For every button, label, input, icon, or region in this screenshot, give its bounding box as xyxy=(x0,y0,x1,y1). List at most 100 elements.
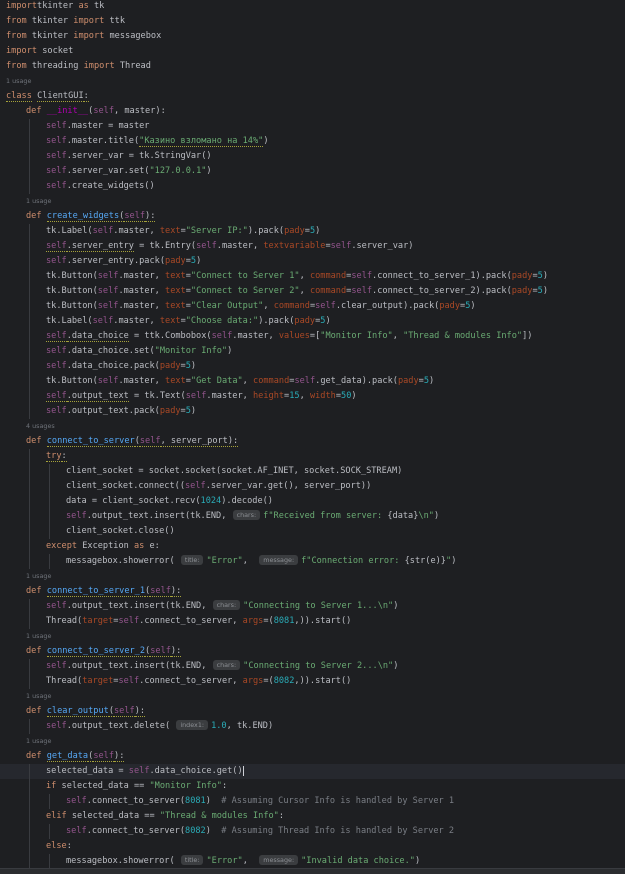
usage-count[interactable]: 1 usage xyxy=(26,197,51,205)
code-line[interactable]: self.data_choice.set("Monitor Info") xyxy=(0,344,625,359)
code-line[interactable]: import socket xyxy=(0,44,625,59)
code-line[interactable]: self.connect_to_server(8081) # Assuming … xyxy=(0,794,625,809)
code-line[interactable]: def connect_to_server_1(self): xyxy=(0,584,625,599)
code-token: .server_entry xyxy=(66,241,134,252)
code-token: messagebox xyxy=(104,31,162,41)
code-line[interactable]: tk.Button(self.master, text="Connect to … xyxy=(0,284,625,299)
code-token: if xyxy=(46,781,57,791)
code-line[interactable]: def __init__(self, master): xyxy=(0,104,625,119)
code-line[interactable]: tk.Button(self.master, text="Clear Outpu… xyxy=(0,299,625,314)
code-line[interactable]: self.data_choice = ttk.Combobox(self.mas… xyxy=(0,329,625,344)
code-line[interactable]: self.output_text.insert(tk.END, chars: "C… xyxy=(0,599,625,614)
code-line[interactable]: selected_data = self.data_choice.get() xyxy=(0,764,625,779)
code-line[interactable]: importtkinter as tk xyxy=(0,0,625,14)
code-token: 15 xyxy=(289,391,300,401)
code-line[interactable]: self.output_text.delete( index1: 1.0, tk.… xyxy=(0,719,625,734)
code-token: "Server IP:" xyxy=(185,226,248,236)
indent-guide xyxy=(49,794,50,809)
code-token: self xyxy=(196,241,217,251)
code-token: def xyxy=(26,211,42,221)
code-line[interactable]: data = client_socket.recv(1024).decode() xyxy=(0,494,625,509)
usage-hint[interactable]: 1 usage xyxy=(0,569,625,584)
code-line[interactable]: self.server_var.set("127.0.0.1") xyxy=(0,164,625,179)
code-token: self xyxy=(66,796,87,806)
code-token: ttk xyxy=(104,16,126,26)
code-line[interactable]: messagebox.showerror( title: "Error", mes… xyxy=(0,554,625,569)
code-token: self xyxy=(93,751,115,762)
code-line[interactable]: Thread(target=self.connect_to_server, ar… xyxy=(0,674,625,689)
code-token: args xyxy=(242,676,264,686)
code-token: .master, xyxy=(118,301,166,311)
code-line[interactable]: from threading import Thread xyxy=(0,59,625,74)
code-token: self xyxy=(46,661,67,671)
code-line[interactable]: from tkinter import ttk xyxy=(0,14,625,29)
code-token: else xyxy=(46,841,67,851)
code-line[interactable]: self.output_text.insert(tk.END, chars: "C… xyxy=(0,659,625,674)
usage-count[interactable]: 1 usage xyxy=(26,737,51,745)
code-token: .connect_to_server( xyxy=(86,796,186,806)
code-token: self xyxy=(66,826,87,836)
code-line[interactable]: messagebox.showerror( title: "Error", mes… xyxy=(0,854,625,869)
code-line[interactable]: self.master.title("Казино взломано на 14… xyxy=(0,134,625,149)
code-token: 8081 xyxy=(273,616,295,626)
code-token: Thread xyxy=(114,61,151,71)
code-line[interactable]: class ClientGUI: xyxy=(0,89,625,104)
code-line[interactable]: self.connect_to_server(8082) # Assuming … xyxy=(0,824,625,839)
usage-count[interactable]: 1 usage xyxy=(26,692,51,700)
code-line[interactable]: self.master = master xyxy=(0,119,625,134)
code-line[interactable]: def create_widgets(self): xyxy=(0,209,625,224)
code-token: Exception xyxy=(77,541,134,551)
code-line[interactable]: self.create_widgets() xyxy=(0,179,625,194)
usage-count[interactable]: 1 usage xyxy=(26,632,51,640)
usage-count[interactable]: 4 usages xyxy=(26,422,55,430)
code-token: = tk.Text( xyxy=(128,391,186,401)
code-line[interactable]: if selected_data == "Monitor Info": xyxy=(0,779,625,794)
code-line[interactable]: def connect_to_server(self, server_port)… xyxy=(0,434,625,449)
usage-hint[interactable]: 1 usage xyxy=(0,74,625,89)
usage-hint[interactable]: 1 usage xyxy=(0,194,625,209)
indent-guide xyxy=(29,509,30,524)
usage-count[interactable]: 1 usage xyxy=(6,77,31,85)
code-line[interactable]: client_socket = socket.socket(socket.AF_… xyxy=(0,464,625,479)
code-line[interactable]: from tkinter import messagebox xyxy=(0,29,625,44)
code-line[interactable]: self.server_entry.pack(pady=5) xyxy=(0,254,625,269)
code-line[interactable]: self.output_text.insert(tk.END, chars: f"… xyxy=(0,509,625,524)
code-token: f"Connection error: xyxy=(301,556,405,566)
code-line[interactable]: try: xyxy=(0,449,625,464)
code-editor[interactable]: importtkinter as tk from tkinter import t… xyxy=(0,0,625,873)
usage-hint[interactable]: 4 usages xyxy=(0,419,625,434)
usage-hint[interactable]: 1 usage xyxy=(0,629,625,644)
code-line[interactable]: self.server_var = tk.StringVar() xyxy=(0,149,625,164)
code-token: .output_text.insert(tk.END, xyxy=(86,511,232,521)
code-token: def xyxy=(26,646,42,656)
code-line[interactable]: self.server_entry = tk.Entry(self.master… xyxy=(0,239,625,254)
code-line[interactable]: def connect_to_server_2(self): xyxy=(0,644,625,659)
code-line[interactable]: elif selected_data == "Thread & modules … xyxy=(0,809,625,824)
code-line[interactable]: client_socket.close() xyxy=(0,524,625,539)
code-line[interactable]: tk.Label(self.master, text="Server IP:")… xyxy=(0,224,625,239)
code-line[interactable]: Thread(target=self.connect_to_server, ar… xyxy=(0,614,625,629)
code-token: tk.Button( xyxy=(46,271,98,281)
code-line[interactable]: def clear_output(self): xyxy=(0,704,625,719)
code-line[interactable]: tk.Button(self.master, text="Get Data", … xyxy=(0,374,625,389)
code-line[interactable]: def get_data(self): xyxy=(0,749,625,764)
code-token: ): xyxy=(170,586,182,597)
code-line[interactable]: self.data_choice.pack(pady=5) xyxy=(0,359,625,374)
code-token: .output_text.insert(tk.END, xyxy=(66,601,212,611)
usage-hint[interactable]: 1 usage xyxy=(0,689,625,704)
code-token: self xyxy=(97,271,119,281)
code-line[interactable]: except Exception as e: xyxy=(0,539,625,554)
code-token: text xyxy=(159,226,181,236)
code-token: ) xyxy=(414,856,421,866)
code-token: "Connect to Server 2" xyxy=(190,286,300,296)
code-line[interactable]: tk.Label(self.master, text="Choose data:… xyxy=(0,314,625,329)
indent-guide xyxy=(49,524,50,539)
code-line[interactable]: self.output_text.pack(pady=5) xyxy=(0,404,625,419)
code-line[interactable]: self.output_text = tk.Text(self.master, … xyxy=(0,389,625,404)
usage-count[interactable]: 1 usage xyxy=(26,572,51,580)
code-line[interactable]: else: xyxy=(0,839,625,854)
usage-hint[interactable]: 1 usage xyxy=(0,734,625,749)
indent-guide xyxy=(29,389,30,404)
code-line[interactable]: client_socket.connect((self.server_var.g… xyxy=(0,479,625,494)
code-line[interactable]: tk.Button(self.master, text="Connect to … xyxy=(0,269,625,284)
